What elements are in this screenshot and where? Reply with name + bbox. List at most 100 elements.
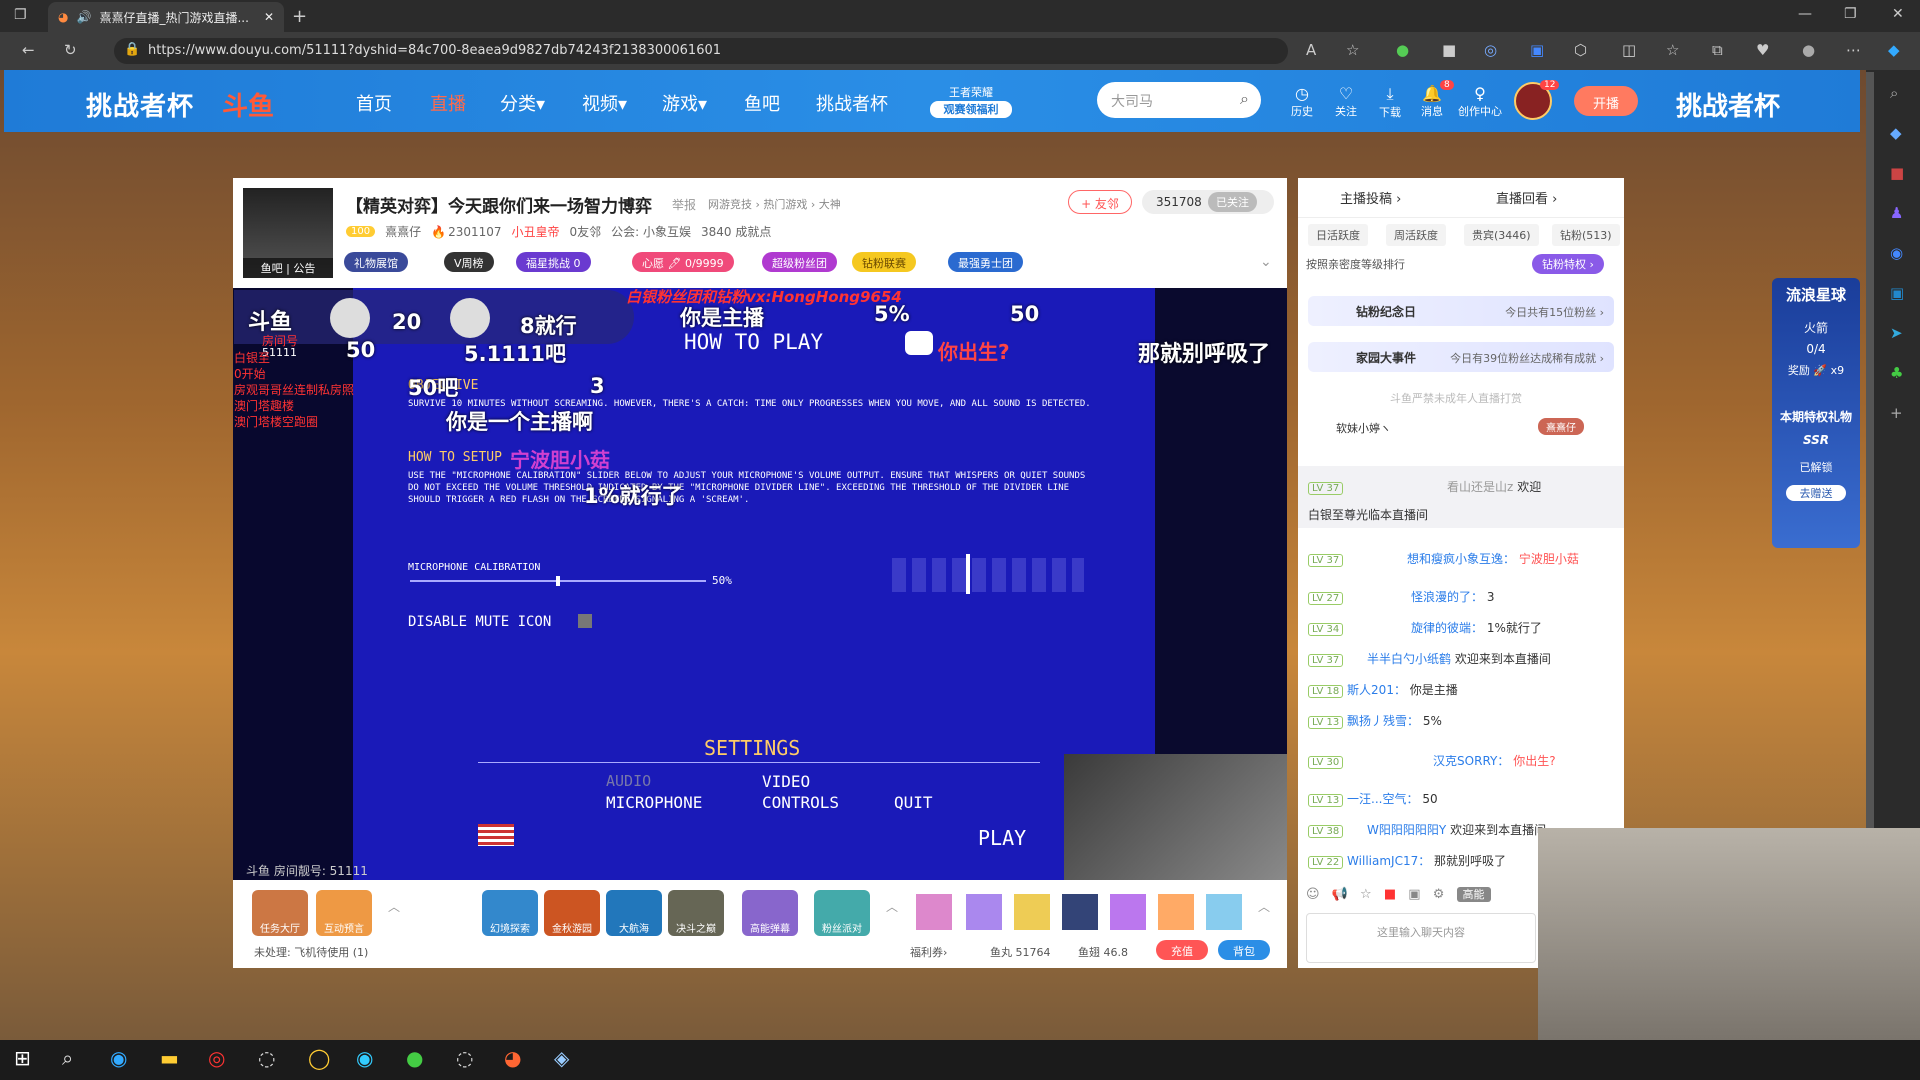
room-category[interactable]: 网游竞技 › 热门游戏 › 大神 [708,196,841,212]
banner-diamond-anniversary[interactable]: 钻粉纪念日 今日共有15位粉丝 › [1308,296,1614,326]
menu-video[interactable]: VIDEO [762,772,810,791]
chat-name[interactable]: WilliamJC17： [1347,854,1430,868]
audio-icon[interactable]: 🔊 [76,10,91,24]
fantasy-explore-button[interactable]: 幻境探索 [482,890,538,936]
gift-item[interactable] [1014,894,1050,930]
duel-button[interactable]: 决斗之巅 [668,890,724,936]
high-energy-button[interactable]: 高能 [1456,887,1491,902]
color-icon[interactable]: ■ [1384,887,1396,902]
file-explorer-icon[interactable]: ▬ [160,1046,179,1070]
prediction-button[interactable]: 互动预言 [316,890,372,936]
gift-item[interactable] [1110,894,1146,930]
chat-name[interactable]: 看山还是山z [1447,480,1513,494]
avatar-caption[interactable]: 鱼吧 | 公告 [243,258,333,278]
nav-follow[interactable]: ♡ 关注 [1328,84,1364,119]
menu-audio[interactable]: AUDIO [606,772,651,790]
nav-history[interactable]: ◷ 历史 [1284,84,1320,119]
report-link[interactable]: 举报 [672,196,696,213]
expand-icon[interactable]: ⌄ [1260,254,1272,270]
star-icon[interactable]: ☆ [1360,887,1372,902]
scrollbar[interactable] [1866,72,1874,832]
close-window-icon[interactable]: ✕ [1892,6,1904,22]
douyu-logo[interactable]: 斗鱼 [222,86,274,123]
followed-button[interactable]: 已关注 [1208,192,1257,212]
pill-gift-hall[interactable]: 礼物展馆 [344,252,408,272]
back-icon[interactable]: ← [22,41,35,59]
performance-icon[interactable]: ♥ [1756,41,1769,59]
sidebar-app-icon[interactable]: ◉ [1890,244,1903,262]
app-icon[interactable]: ◉ [356,1046,373,1070]
collapse-icon[interactable]: ︿ [1258,898,1270,915]
refresh-icon[interactable]: ↻ [64,41,77,59]
sidebar-app-icon[interactable]: ➤ [1890,324,1903,342]
gift-item[interactable] [1206,894,1242,930]
megaphone-icon[interactable]: 📢 [1332,887,1348,902]
collapse-icon[interactable]: ︿ [886,898,898,915]
play-button[interactable]: PLAY [978,826,1026,850]
sidebar-app-icon[interactable]: ◆ [1890,124,1902,142]
profile-icon[interactable]: ● [1802,41,1815,59]
pending-notice[interactable]: 未处理: 飞机待使用 (1) [254,944,368,960]
nav-download[interactable]: ⤓ 下载 [1372,84,1408,120]
split-screen-icon[interactable]: ◫ [1622,41,1636,59]
nav-home[interactable]: 首页 [356,90,392,116]
url-field[interactable]: 🔒 https://www.douyu.com/51111?dyshid=84c… [114,38,1288,64]
app-icon[interactable]: ◯ [308,1046,330,1070]
collapse-icon[interactable]: ︿ [388,898,400,915]
app-icon[interactable]: ◌ [258,1046,275,1070]
search-icon[interactable]: ⌕ [62,1046,73,1070]
subtab-weekly[interactable]: 周活跃度 [1386,224,1446,246]
wechat-icon[interactable]: ● [406,1046,423,1070]
subtab-daily[interactable]: 日活跃度 [1308,224,1368,246]
fans-follow-box[interactable]: 351708 已关注 [1142,190,1274,214]
chat-name[interactable]: 怪浪漫的了： [1411,590,1483,604]
pill-wish[interactable]: 心愿 🖊 0/9999 [632,252,734,272]
recharge-button[interactable]: 充值 [1156,940,1208,960]
favorites-list-icon[interactable]: ☆ [1666,41,1679,59]
card-icon[interactable]: ▣ [1408,887,1420,902]
menu-quit[interactable]: QUIT [894,793,933,812]
welfare-link[interactable]: 福利券› [910,944,947,960]
us-flag-icon[interactable] [478,824,514,846]
nav-game[interactable]: 游戏▾ [662,90,707,116]
top-fan-name[interactable]: 软妹小婷ヽ [1336,420,1391,436]
promo-panel[interactable]: 流浪星球 火箭 0/4 奖励 🚀 x9 本期特权礼物 SSR 已解锁 去赠送 [1772,278,1860,548]
nav-video[interactable]: 视频▾ [582,90,627,116]
sidebar-app-icon[interactable]: ■ [1890,164,1904,182]
outlook-icon[interactable]: ▣ [1890,284,1904,302]
search-input[interactable]: 大司马 ⌕ [1097,82,1261,118]
nav-category[interactable]: 分类▾ [500,90,545,116]
netease-music-icon[interactable]: ◎ [208,1046,225,1070]
pill-lucky-challenge[interactable]: 福星挑战 0 [516,252,591,272]
subtab-diamond[interactable]: 钻粉(513) [1552,224,1620,246]
high-energy-button[interactable]: 高能弹幕 [742,890,798,936]
sidebar-app-icon[interactable]: ♟ [1890,204,1903,222]
fans-party-button[interactable]: 粉丝派对 [814,890,870,936]
extension-icon[interactable]: ◎ [1484,41,1497,59]
chat-input[interactable]: 这里输入聊天内容 [1306,913,1536,963]
nav-yuba[interactable]: 鱼吧 [744,90,780,116]
collections-icon[interactable]: ⧉ [1712,41,1723,59]
browser-tab[interactable]: ◕ 🔊 熹熹仔直播_热门游戏直播... ✕ [48,2,284,32]
settings-icon[interactable]: ⚙ [1433,887,1445,902]
gift-item[interactable] [966,894,1002,930]
voyage-button[interactable]: 大航海 [606,890,662,936]
achievement-points[interactable]: 3840 成就点 [701,223,771,240]
copilot-icon[interactable]: ◆ [1888,41,1900,59]
minimize-icon[interactable]: — [1798,6,1812,22]
start-icon[interactable]: ⊞ [14,1046,31,1070]
read-aloud-icon[interactable]: A [1306,41,1316,59]
gift-item[interactable] [916,894,952,930]
promo-send-button[interactable]: 去赠送 [1786,485,1846,501]
pill-super-fans[interactable]: 超级粉丝团 [762,252,837,272]
steam-icon[interactable]: ◈ [554,1046,569,1070]
nav-creator-center[interactable]: ♀ 创作中心 [1458,84,1502,119]
subtab-vip[interactable]: 贵宾(3446) [1464,224,1539,246]
mic-slider-thumb[interactable] [556,576,560,586]
search-icon[interactable]: ⌕ [1240,89,1249,109]
tab-anchor-submit[interactable]: 主播投稿 › [1340,188,1401,207]
banner-home-event[interactable]: 家园大事件 今日有39位粉丝达成稀有成就 › [1308,342,1614,372]
mute-checkbox[interactable] [578,614,592,628]
autumn-garden-button[interactable]: 金秋游园 [544,890,600,936]
restore-icon[interactable]: ❐ [1844,6,1857,22]
